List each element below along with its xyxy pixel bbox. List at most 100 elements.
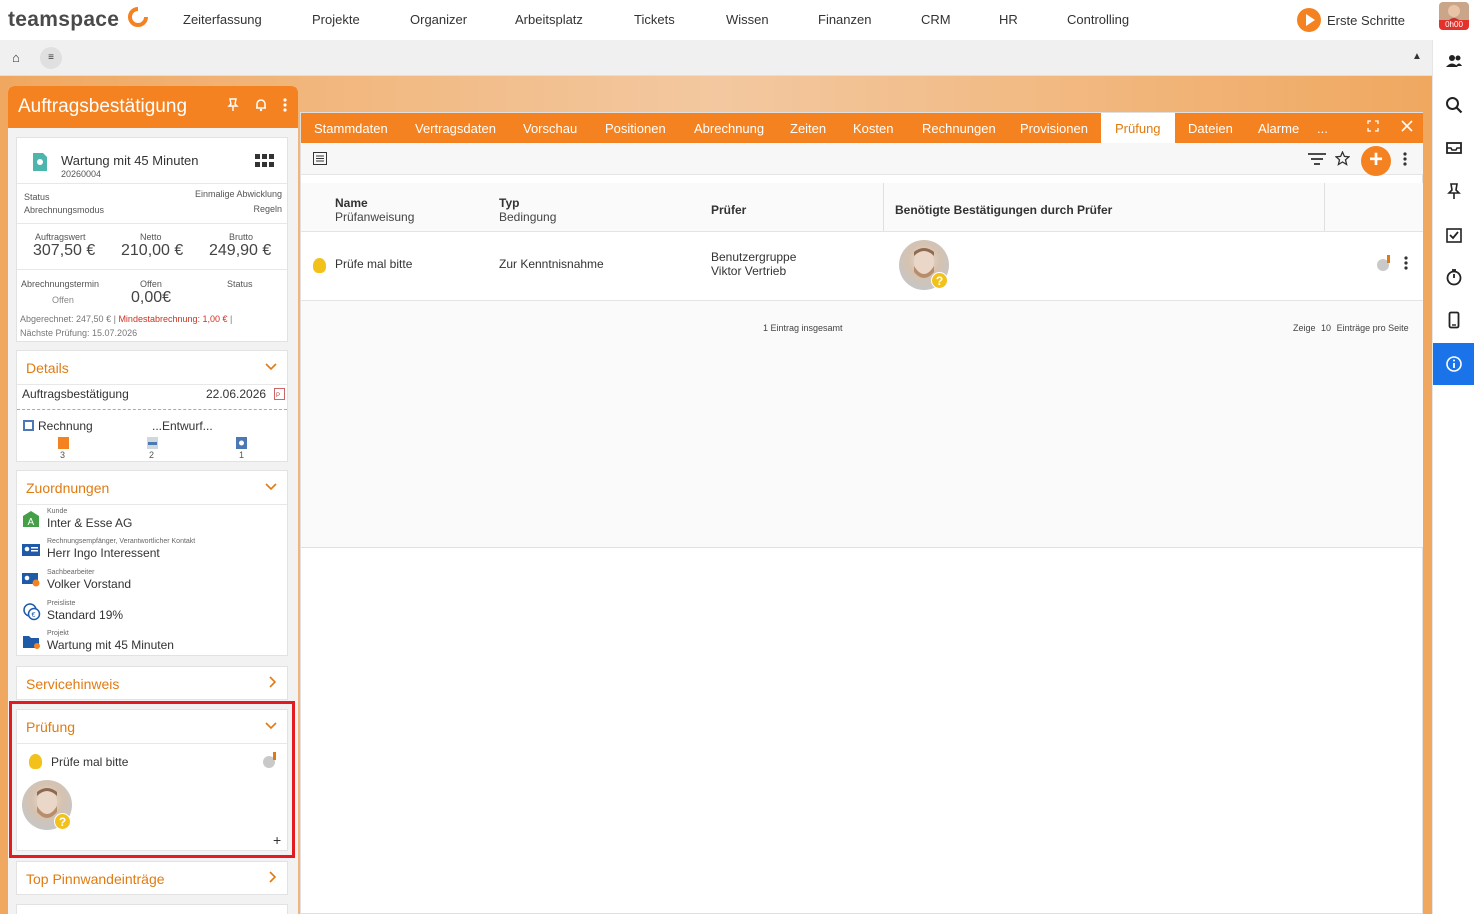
orange-doc-icon[interactable] (58, 437, 69, 449)
list-view-icon[interactable] (313, 152, 327, 168)
tab-more[interactable]: ... (1317, 121, 1328, 136)
pin-icon[interactable] (1433, 170, 1474, 212)
details-header[interactable]: Details (17, 351, 287, 385)
tab-positionen[interactable]: Positionen (605, 121, 666, 136)
col-name-header[interactable]: Name (335, 196, 368, 210)
document-icon (33, 153, 47, 171)
tab-vertragsdaten[interactable]: Vertragsdaten (415, 121, 496, 136)
count-1: 3 (60, 450, 66, 460)
zuordnung-label: Kunde (47, 508, 68, 515)
erste-schritte-button[interactable]: Erste Schritte (1297, 8, 1405, 32)
checklist-icon[interactable] (1433, 214, 1474, 256)
tab-dateien[interactable]: Dateien (1188, 121, 1233, 136)
sachbearbeiter-link[interactable]: Volker Vorstand (47, 577, 131, 591)
info-icon[interactable] (1433, 343, 1474, 385)
projekt-link[interactable]: Wartung mit 45 Minuten (47, 638, 174, 652)
menu-icon[interactable]: ≡ (40, 47, 62, 69)
nav-controlling[interactable]: Controlling (1067, 12, 1129, 27)
zuordnungen-header[interactable]: Zuordnungen (17, 471, 287, 505)
nav-arbeitsplatz[interactable]: Arbeitsplatz (515, 12, 583, 27)
nav-crm[interactable]: CRM (921, 12, 951, 27)
brutto-value: 249,90 € (209, 242, 272, 259)
page-size-control[interactable]: Zeige 10 Einträge pro Seite (1293, 323, 1409, 333)
nav-hr[interactable]: HR (999, 12, 1018, 27)
pinnwand-header[interactable]: Top Pinnwandeinträge (17, 862, 287, 896)
more-vertical-icon[interactable] (282, 98, 288, 116)
tab-kosten[interactable]: Kosten (853, 121, 893, 136)
tab-abrechnung[interactable]: Abrechnung (694, 121, 764, 136)
close-icon[interactable] (1401, 120, 1413, 135)
pdf-icon[interactable]: P (274, 388, 285, 400)
more-vertical-icon[interactable] (1402, 152, 1408, 169)
chevron-right-icon[interactable] (269, 676, 277, 691)
col-typ-sub: Bedingung (499, 210, 557, 224)
kunde-link[interactable]: Inter & Esse AG (47, 516, 132, 530)
mindest-text: Mindestabrechnung: 1,00 € (118, 314, 228, 324)
auftragswert-value: 307,50 € (33, 242, 96, 259)
details-title: Details (26, 359, 69, 376)
col-name-sub: Prüfanweisung (335, 210, 415, 224)
servicehinweis-section[interactable]: Servicehinweis (16, 666, 288, 700)
bell-icon[interactable] (254, 98, 268, 116)
maximize-icon[interactable] (1367, 120, 1379, 135)
chevron-right-icon[interactable] (269, 871, 277, 886)
row-name[interactable]: Prüfe mal bitte (335, 257, 412, 271)
nav-wissen[interactable]: Wissen (726, 12, 769, 27)
nav-zeiterfassung[interactable]: Zeiterfassung (183, 12, 262, 27)
star-icon[interactable] (1334, 150, 1351, 169)
blue-doc-icon[interactable] (236, 437, 247, 449)
brand-logo[interactable]: teamspace (8, 8, 119, 32)
nav-finanzen[interactable]: Finanzen (818, 12, 871, 27)
tab-provisionen[interactable]: Provisionen (1020, 121, 1088, 136)
users-icon[interactable] (1433, 40, 1474, 82)
inbox-icon[interactable] (1433, 126, 1474, 168)
summary-name: Wartung mit 45 Minuten (61, 153, 199, 168)
pin-icon[interactable] (226, 98, 240, 116)
count-3: 1 (239, 450, 245, 460)
filter-icon[interactable] (1308, 153, 1326, 168)
review-status-icon[interactable] (1376, 255, 1392, 273)
tab-pruefung[interactable]: Prüfung (1101, 113, 1175, 143)
row-more-icon[interactable] (1403, 256, 1409, 273)
preisliste-link[interactable]: Standard 19% (47, 608, 123, 622)
grid-view-icon[interactable] (255, 154, 275, 168)
tab-zeiten[interactable]: Zeiten (790, 121, 826, 136)
nav-organizer[interactable]: Organizer (410, 12, 467, 27)
zuordnungen-section: Zuordnungen A Kunde Inter & Esse AG Rech… (16, 470, 288, 656)
nav-tickets[interactable]: Tickets (634, 12, 675, 27)
stopwatch-icon[interactable] (1433, 256, 1474, 298)
doc-date: 22.06.2026 (206, 387, 267, 401)
status-value: Einmalige Abwicklung (194, 189, 282, 199)
add-button[interactable]: + (1361, 146, 1391, 176)
tab-rechnungen[interactable]: Rechnungen (922, 121, 996, 136)
col-typ-header[interactable]: Typ (499, 196, 519, 210)
printer-doc-icon[interactable] (147, 437, 158, 449)
zuordnung-label: Rechnungsempfänger, Verantwortlicher Kon… (47, 538, 196, 545)
col-pruefer-header[interactable]: Prüfer (711, 203, 746, 217)
chevron-down-icon[interactable] (265, 360, 277, 374)
row-pruefer-name: Viktor Vertrieb (711, 264, 787, 278)
user-avatar[interactable]: 0h00 (1439, 2, 1469, 30)
tab-stammdaten[interactable]: Stammdaten (314, 121, 388, 136)
brutto-label: Brutto (229, 232, 254, 242)
chevron-down-icon[interactable] (265, 480, 277, 494)
rechnung-label[interactable]: Rechnung (38, 419, 93, 433)
zeige-label: Zeige (1293, 323, 1316, 333)
pinnwand-section[interactable]: Top Pinnwandeinträge (16, 861, 288, 895)
tab-alarme[interactable]: Alarme (1258, 121, 1299, 136)
lightbulb-icon (313, 258, 326, 273)
tab-vorschau[interactable]: Vorschau (523, 121, 577, 136)
svg-text:P: P (276, 393, 280, 399)
col-bestaetigungen-header[interactable]: Benötigte Bestätigungen durch Prüfer (895, 203, 1112, 217)
collapse-up-icon[interactable]: ▲ (1412, 51, 1422, 62)
kontakt-link[interactable]: Herr Ingo Interessent (47, 546, 160, 560)
doc-label[interactable]: Auftragsbestätigung (22, 387, 129, 401)
table-row[interactable]: Prüfe mal bitte Zur Kenntnisnahme Benutz… (301, 231, 1423, 301)
mobile-icon[interactable] (1433, 299, 1474, 341)
page-size-value[interactable]: 10 (1321, 323, 1331, 333)
home-icon[interactable]: ⌂ (12, 50, 20, 65)
servicehinweis-header[interactable]: Servicehinweis (17, 667, 287, 701)
pro-seite-label: Einträge pro Seite (1336, 323, 1409, 333)
search-icon[interactable] (1433, 84, 1474, 126)
nav-projekte[interactable]: Projekte (312, 12, 360, 27)
